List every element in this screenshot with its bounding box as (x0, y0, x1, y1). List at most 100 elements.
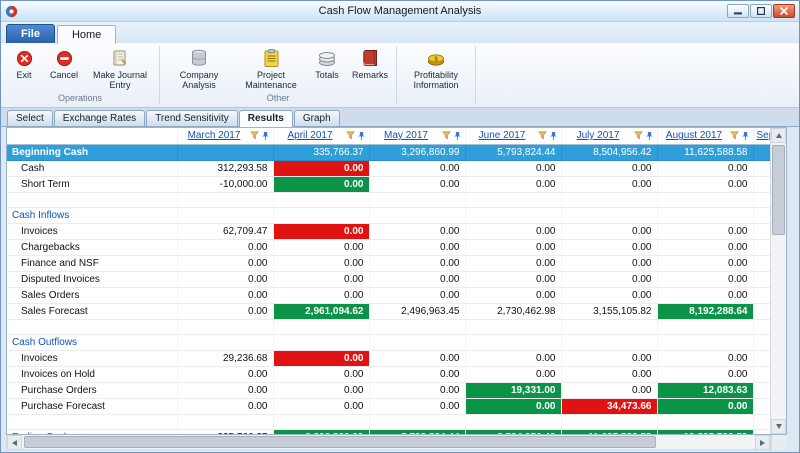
grid-cell[interactable]: 0.00 (273, 239, 369, 255)
grid-cell[interactable] (753, 303, 770, 319)
grid-cell[interactable]: 0.00 (657, 255, 753, 271)
grid-cell[interactable] (753, 334, 770, 350)
grid-cell[interactable] (753, 144, 770, 160)
column-header-june-2017[interactable]: June 2017 (465, 128, 561, 144)
grid-cell[interactable]: 0.00 (465, 398, 561, 414)
grid-cell[interactable]: 0.00 (273, 176, 369, 192)
grid-cell[interactable] (753, 319, 770, 334)
ribbon-button-exit[interactable]: Exit (4, 44, 44, 93)
grid-cell[interactable] (561, 414, 657, 429)
grid-cell[interactable]: 0.00 (657, 287, 753, 303)
grid-cell[interactable]: 0.00 (273, 350, 369, 366)
tab-results[interactable]: Results (239, 110, 293, 127)
column-header-march-2017[interactable]: March 2017 (177, 128, 273, 144)
grid-cell[interactable] (657, 334, 753, 350)
maximize-button[interactable] (750, 4, 772, 18)
grid-cell[interactable] (273, 319, 369, 334)
grid-cell[interactable]: 0.00 (273, 366, 369, 382)
grid-cell[interactable]: 0.00 (465, 366, 561, 382)
grid-cell[interactable]: 5,793,824.44 (369, 429, 465, 434)
grid-cell[interactable]: 29,236.68 (177, 350, 273, 366)
grid-cell[interactable]: 0.00 (465, 176, 561, 192)
grid-cell[interactable]: 0.00 (369, 271, 465, 287)
grid-cell[interactable] (753, 160, 770, 176)
filter-icon[interactable] (250, 131, 259, 140)
grid-cell[interactable] (561, 207, 657, 223)
grid-cell[interactable] (753, 350, 770, 366)
column-header-august-2017[interactable]: August 2017 (657, 128, 753, 144)
grid-cell[interactable]: 0.00 (561, 239, 657, 255)
grid-cell[interactable]: 8,504,956.42 (465, 429, 561, 434)
grid-cell[interactable]: 0.00 (369, 287, 465, 303)
grid-cell[interactable] (369, 192, 465, 207)
grid-cell[interactable] (273, 414, 369, 429)
grid-cell[interactable]: 312,293.58 (177, 160, 273, 176)
vertical-scrollbar[interactable] (770, 128, 786, 434)
column-header-may-2017[interactable]: May 2017 (369, 128, 465, 144)
grid-cell[interactable]: 3,296,860.99 (369, 144, 465, 160)
grid-cell[interactable]: 0.00 (657, 160, 753, 176)
grid-cell[interactable]: 0.00 (369, 255, 465, 271)
grid-cell[interactable]: 12,083.63 (657, 382, 753, 398)
grid-cell[interactable]: 5,793,824.44 (465, 144, 561, 160)
grid-cell[interactable] (465, 319, 561, 334)
grid-cell[interactable] (369, 414, 465, 429)
grid-cell[interactable] (273, 334, 369, 350)
grid-cell[interactable]: 0.00 (465, 223, 561, 239)
grid-cell[interactable] (465, 414, 561, 429)
grid-cell[interactable] (753, 271, 770, 287)
grid-cell[interactable]: 0.00 (657, 271, 753, 287)
grid-cell[interactable]: 62,709.47 (177, 223, 273, 239)
scroll-right-button[interactable] (755, 435, 770, 450)
grid-cell[interactable] (177, 414, 273, 429)
grid-cell[interactable] (465, 192, 561, 207)
grid-cell[interactable] (273, 207, 369, 223)
grid-cell[interactable] (177, 207, 273, 223)
grid-cell[interactable] (561, 334, 657, 350)
grid-cell[interactable]: 0.00 (465, 350, 561, 366)
grid-cell[interactable]: 0.00 (177, 303, 273, 319)
grid-cell[interactable]: 0.00 (273, 287, 369, 303)
filter-icon[interactable] (730, 131, 739, 140)
pin-icon[interactable] (357, 131, 366, 141)
grid-cell[interactable]: 3,296,860.99 (273, 429, 369, 434)
grid-cell[interactable] (273, 192, 369, 207)
grid-cell[interactable]: 0.00 (369, 223, 465, 239)
grid-cell[interactable]: 0.00 (561, 350, 657, 366)
grid-cell[interactable]: 0.00 (273, 255, 369, 271)
grid-cell[interactable]: 0.00 (465, 239, 561, 255)
grid-cell[interactable]: 0.00 (177, 271, 273, 287)
grid-cell[interactable]: 0.00 (657, 398, 753, 414)
filter-icon[interactable] (634, 131, 643, 140)
grid-cell[interactable] (177, 319, 273, 334)
grid-cell[interactable] (753, 287, 770, 303)
vertical-scroll-thumb[interactable] (772, 145, 785, 235)
grid-cell[interactable] (753, 239, 770, 255)
grid-cell[interactable] (753, 223, 770, 239)
grid-cell[interactable]: 0.00 (177, 287, 273, 303)
grid-cell[interactable]: 0.00 (465, 287, 561, 303)
filter-icon[interactable] (538, 131, 547, 140)
scroll-down-button[interactable] (771, 419, 786, 434)
grid-cell[interactable]: 0.00 (465, 271, 561, 287)
grid-cell[interactable]: 0.00 (657, 223, 753, 239)
grid-cell[interactable]: 0.00 (369, 239, 465, 255)
grid-cell[interactable]: 335,766.37 (177, 429, 273, 434)
grid-cell[interactable]: 0.00 (657, 350, 753, 366)
grid-cell[interactable]: 0.00 (369, 176, 465, 192)
grid-cell[interactable]: 0.00 (177, 366, 273, 382)
grid-cell[interactable]: 0.00 (657, 366, 753, 382)
grid-cell[interactable]: 0.00 (369, 366, 465, 382)
horizontal-scroll-thumb[interactable] (24, 436, 656, 448)
grid-cell[interactable]: 0.00 (369, 350, 465, 366)
pin-icon[interactable] (261, 131, 270, 141)
title-bar[interactable]: Cash Flow Management Analysis (1, 1, 799, 22)
ribbon-button-remarks[interactable]: Remarks (347, 44, 393, 93)
tab-select[interactable]: Select (7, 110, 53, 126)
grid-cell[interactable] (177, 144, 273, 160)
grid-cell[interactable]: 0.00 (273, 271, 369, 287)
ribbon-button-cancel[interactable]: Cancel (44, 44, 84, 93)
grid-cell[interactable]: 0.00 (561, 287, 657, 303)
filter-icon[interactable] (346, 131, 355, 140)
grid-cell[interactable] (657, 319, 753, 334)
